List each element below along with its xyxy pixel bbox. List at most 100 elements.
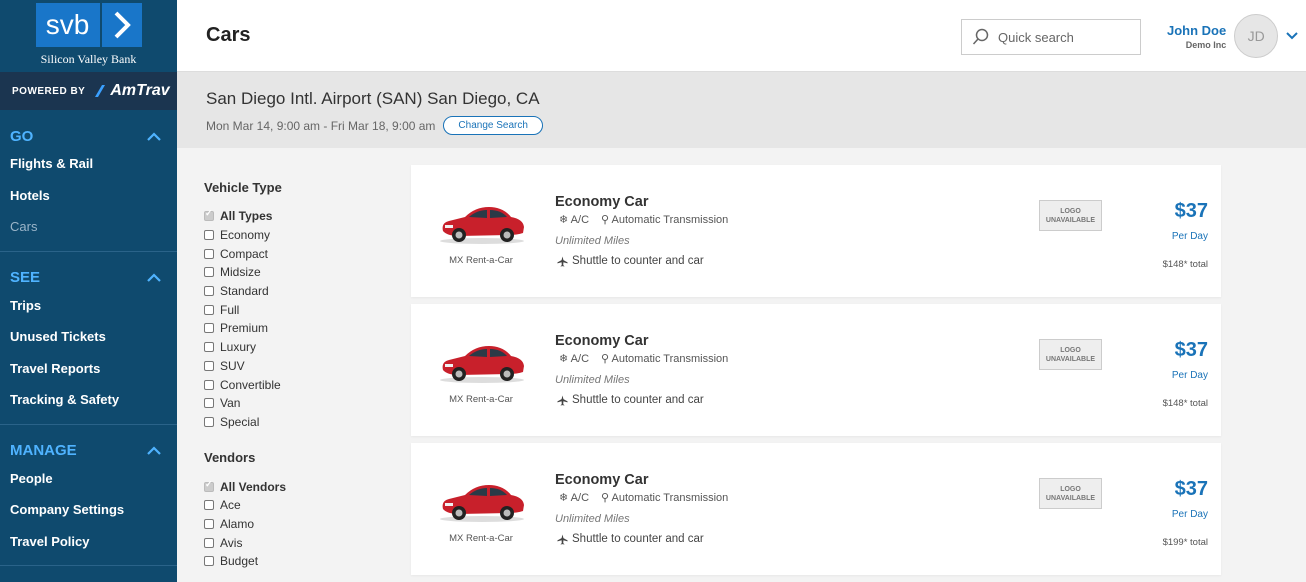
nav-section-go: GO Flights & Rail Hotels Cars [0,110,177,252]
avatar[interactable]: JD [1234,14,1279,58]
checkbox[interactable] [204,267,214,278]
filter-label: Standard [220,284,269,299]
vendor-option[interactable]: All Vendors [204,477,384,496]
vehicle-type-option[interactable]: Convertible [204,375,384,394]
vehicle-type-option[interactable]: SUV [204,357,384,376]
sidebar-item-people[interactable]: People [0,463,177,495]
change-search-button[interactable]: Change Search [443,116,543,135]
sidebar-item-travel-policy[interactable]: Travel Policy [0,526,177,558]
gear-shift-icon: ⚲ [601,214,610,226]
checkbox[interactable] [204,304,214,315]
checkbox[interactable] [204,416,214,427]
vehicle-type-option[interactable]: Special [204,413,384,432]
checkbox[interactable] [204,398,214,409]
car-result-card[interactable]: MX Rent-a-Car Economy Car ❄ A/C ⚲ Automa… [411,443,1221,575]
user-company: Demo Inc [1185,39,1227,50]
car-result-card[interactable]: MX Rent-a-Car Economy Car ❄ A/C ⚲ Automa… [411,304,1221,436]
vehicle-type-option[interactable]: Luxury [204,338,384,357]
filter-label: Full [220,302,240,317]
filter-label: All Types [220,209,273,224]
checkbox[interactable] [204,230,214,241]
car-title[interactable]: Economy Car [555,333,648,349]
ac-feature: ❄ A/C [559,491,589,504]
price[interactable]: $37 [1175,478,1208,501]
checkbox[interactable] [204,360,214,371]
car-features: ❄ A/C ⚲ Automatic Transmission [559,213,728,226]
checkbox[interactable] [204,500,214,511]
sidebar-item-company-settings[interactable]: Company Settings [0,494,177,526]
transmission-feature: ⚲ Automatic Transmission [601,352,728,365]
page-title: Cars [206,24,251,46]
filter-label: Alamo [220,516,255,531]
filter-label: Avis [220,535,243,550]
checkbox[interactable] [204,556,214,567]
vehicle-type-option[interactable]: Economy [204,226,384,245]
checkbox[interactable] [204,286,214,297]
sidebar-item-cars[interactable]: Cars [0,211,177,243]
vehicle-type-option[interactable]: Premium [204,319,384,338]
vendor-option[interactable]: Alamo [204,515,384,534]
search-icon [972,28,989,45]
vendor-logo-placeholder: LOGO UNAVAILABLE [1039,339,1102,370]
snowflake-icon: ❄ [559,353,569,365]
sidebar-item-travel-reports[interactable]: Travel Reports [0,353,177,385]
vehicle-type-option[interactable]: Van [204,394,384,413]
checkbox[interactable] [204,323,214,334]
sidebar-item-flights-rail[interactable]: Flights & Rail [0,148,177,180]
checkbox[interactable] [204,379,214,390]
sidebar-item-unused-tickets[interactable]: Unused Tickets [0,321,177,353]
filter-label: Luxury [220,340,257,355]
amtrav-logo-text: AmTrav [110,82,170,99]
shuttle-label: Shuttle to counter and car [572,394,704,406]
checkbox[interactable] [204,479,214,492]
car-image [440,207,524,244]
transmission-label: Automatic Transmission [611,492,729,504]
vehicle-type-option[interactable]: Compact [204,244,384,263]
vehicle-type-option[interactable]: Full [204,300,384,319]
car-result-card[interactable]: MX Rent-a-Car Economy Car ❄ A/C ⚲ Automa… [411,165,1221,297]
filter-label: Ace [220,498,241,513]
checkbox[interactable] [204,518,214,529]
chevron-up-icon[interactable] [147,273,161,282]
filter-label: Budget [220,554,259,569]
powered-by: POWERED BY AmTrav [0,72,177,110]
vehicle-type-option[interactable]: All Types [204,207,384,226]
ac-label: A/C [570,492,590,504]
checkbox[interactable] [204,248,214,259]
transmission-feature: ⚲ Automatic Transmission [601,491,728,504]
sidebar-item-hotels[interactable]: Hotels [0,180,177,212]
nav-section-header[interactable]: SEE [0,266,177,290]
shuttle-label: Shuttle to counter and car [572,533,704,545]
svb-logo: svb [35,3,142,47]
checkbox[interactable] [204,537,214,548]
price[interactable]: $37 [1175,339,1208,362]
top-bar: Cars Quick search John Doe Demo Inc JD [177,0,1306,72]
bank-name: Silicon Valley Bank [40,52,137,66]
chevron-down-icon[interactable] [1286,32,1298,40]
search-placeholder: Quick search [998,29,1074,45]
vendor-option[interactable]: Budget [204,552,384,571]
airplane-icon [557,533,568,545]
filter-label: SUV [220,358,245,373]
vendor-option[interactable]: Avis [204,533,384,552]
user-name: John Doe [1167,22,1227,38]
brand-logo[interactable]: svb Silicon Valley Bank [0,0,177,72]
car-title[interactable]: Economy Car [555,472,648,488]
vehicle-type-option[interactable]: Standard [204,282,384,301]
chevron-up-icon[interactable] [147,446,161,455]
quick-search-input[interactable]: Quick search [961,19,1141,55]
user-menu[interactable]: John Doe Demo Inc JD [1167,14,1298,58]
car-title[interactable]: Economy Car [555,194,648,210]
trip-dates: Mon Mar 14, 9:00 am - Fri Mar 18, 9:00 a… [206,118,436,133]
vehicle-type-option[interactable]: Midsize [204,263,384,282]
nav-section-header[interactable]: GO [0,124,177,148]
checkbox[interactable] [204,342,214,353]
price[interactable]: $37 [1175,200,1208,223]
checkbox[interactable] [204,208,214,222]
ac-feature: ❄ A/C [559,213,589,226]
vendor-option[interactable]: Ace [204,496,384,515]
sidebar-item-trips[interactable]: Trips [0,290,177,322]
chevron-up-icon[interactable] [147,131,161,141]
sidebar-item-tracking-safety[interactable]: Tracking & Safety [0,384,177,416]
nav-section-header[interactable]: MANAGE [0,439,177,463]
